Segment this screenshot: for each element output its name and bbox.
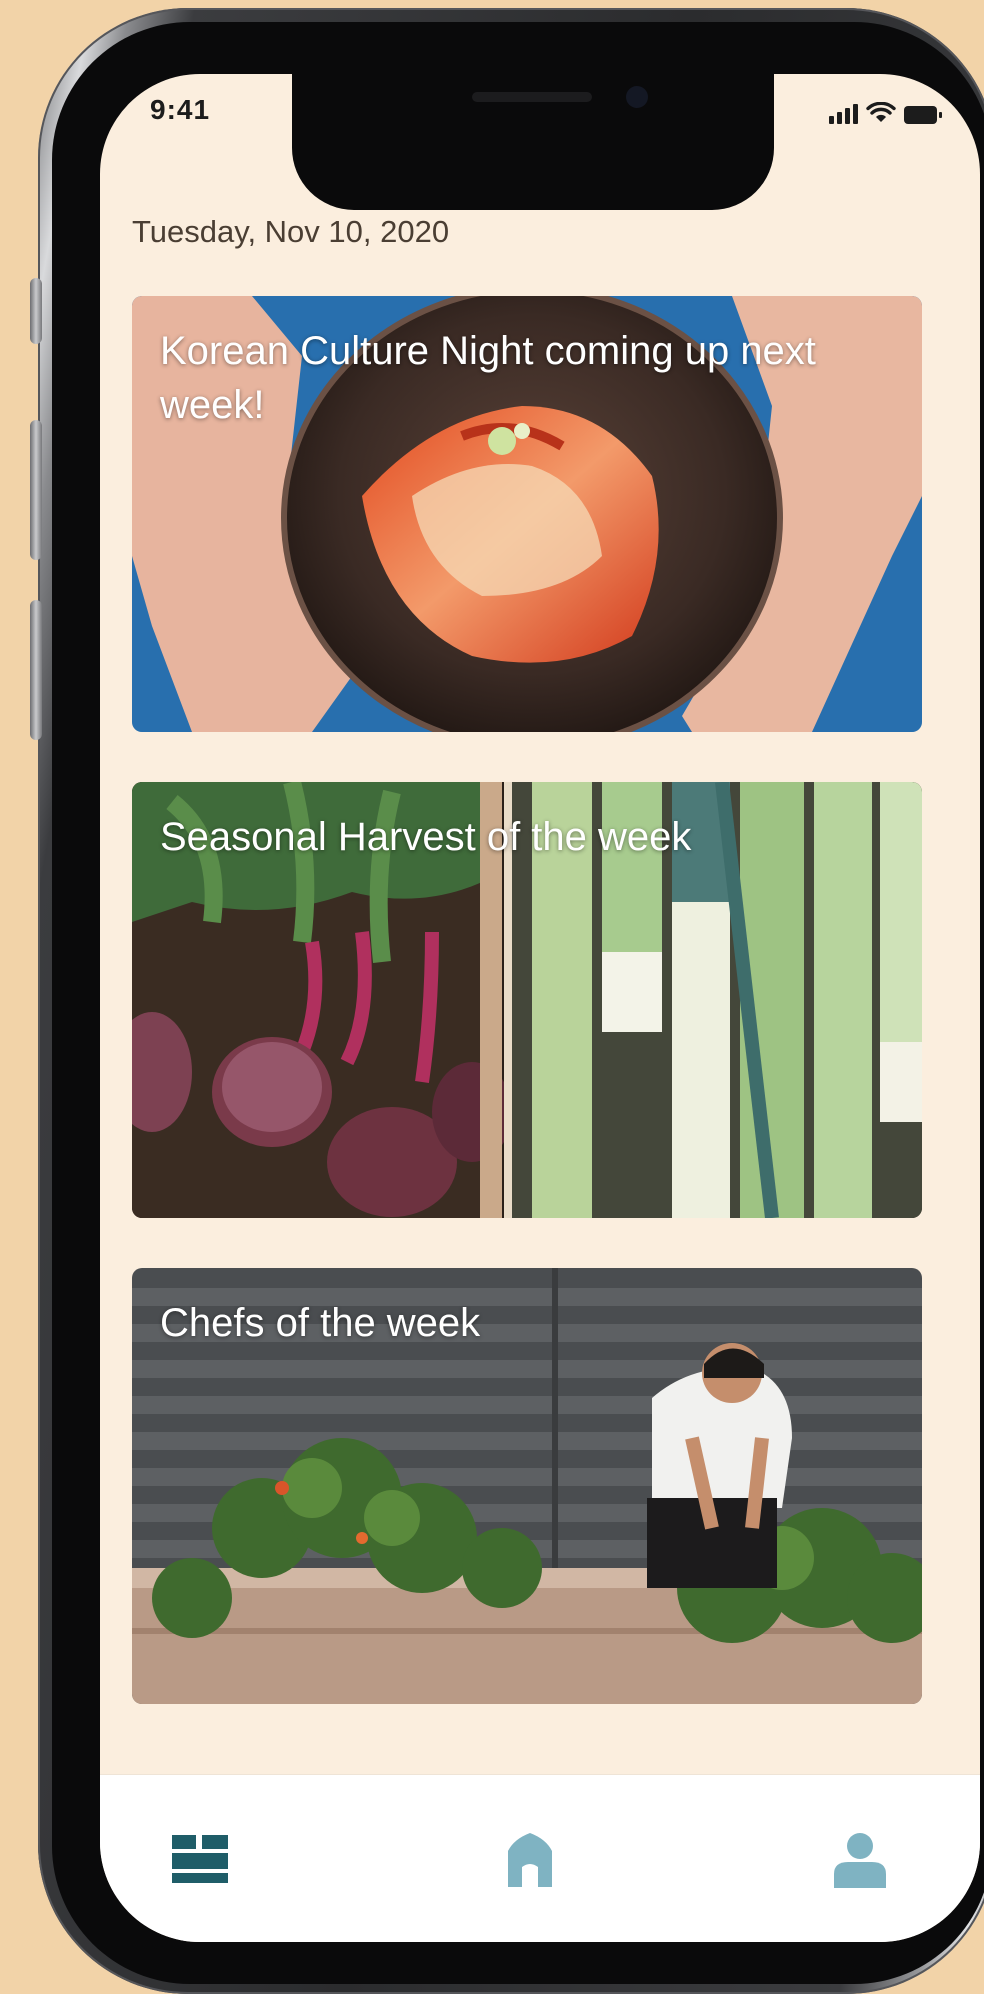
volume-up-button (30, 420, 42, 560)
bottom-tab-bar (100, 1774, 980, 1942)
status-icons (829, 102, 942, 124)
feed-icon (172, 1835, 228, 1883)
app-screen: 9:41 Tuesday, Nov 10, 2020 Korean Cultur… (100, 74, 980, 1942)
home-icon (508, 1833, 552, 1887)
earpiece-speaker (472, 92, 592, 102)
profile-icon (834, 1833, 886, 1888)
front-camera (626, 86, 648, 108)
notch (292, 74, 774, 210)
wifi-icon (866, 102, 896, 122)
feed-date: Tuesday, Nov 10, 2020 (132, 214, 450, 249)
cellular-signal-icon (829, 104, 858, 124)
tab-home[interactable] (490, 1825, 570, 1895)
chefs-of-the-week-card[interactable]: Chefs of the week (132, 1268, 922, 1704)
tab-profile[interactable] (820, 1825, 900, 1895)
card-title: Chefs of the week (160, 1301, 481, 1345)
seasonal-harvest-card[interactable]: Seasonal Harvest of the week (132, 782, 922, 1218)
tab-feed[interactable] (160, 1825, 240, 1895)
card-title: Korean Culture Night coming up next week… (160, 329, 816, 427)
status-time: 9:41 (150, 94, 211, 125)
korean-culture-night-card[interactable]: Korean Culture Night coming up next week… (132, 296, 922, 732)
battery-icon (904, 106, 942, 124)
card-title: Seasonal Harvest of the week (160, 815, 692, 859)
volume-down-button (30, 600, 42, 740)
silent-switch (30, 278, 42, 344)
